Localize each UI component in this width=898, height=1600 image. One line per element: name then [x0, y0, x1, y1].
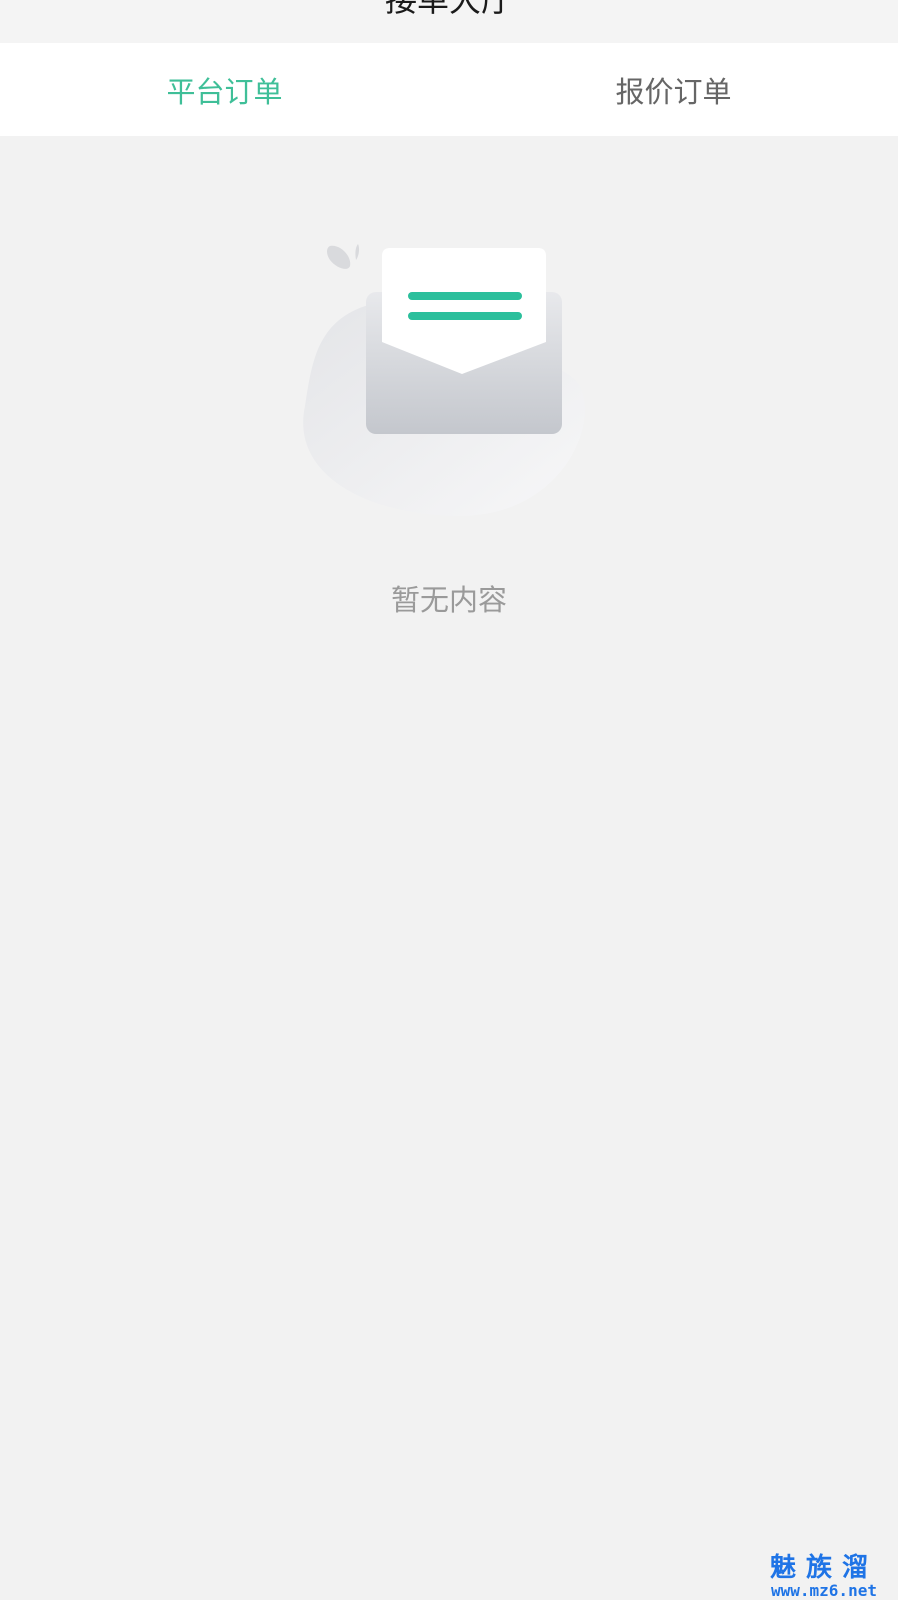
watermark-url: www.mz6.net [771, 1581, 877, 1600]
watermark-title: 魅族溜 [769, 1553, 878, 1583]
tab-platform-orders[interactable]: 平台订单 [0, 43, 449, 136]
page-title: 接单大厅 [384, 0, 513, 19]
empty-mail-icon [303, 244, 585, 516]
page: 接单大厅 平台订单 报价订单 暂无内容 魅族溜 www.mz6.net [0, 0, 898, 1600]
tab-bar: 平台订单 报价订单 [0, 43, 898, 136]
empty-state-message: 暂无内容 [390, 583, 507, 617]
title-bar: 接单大厅 [0, 0, 898, 43]
watermark-logo: 魅族溜 www.mz6.net [770, 1554, 878, 1600]
tab-quote-orders[interactable]: 报价订单 [449, 43, 898, 136]
